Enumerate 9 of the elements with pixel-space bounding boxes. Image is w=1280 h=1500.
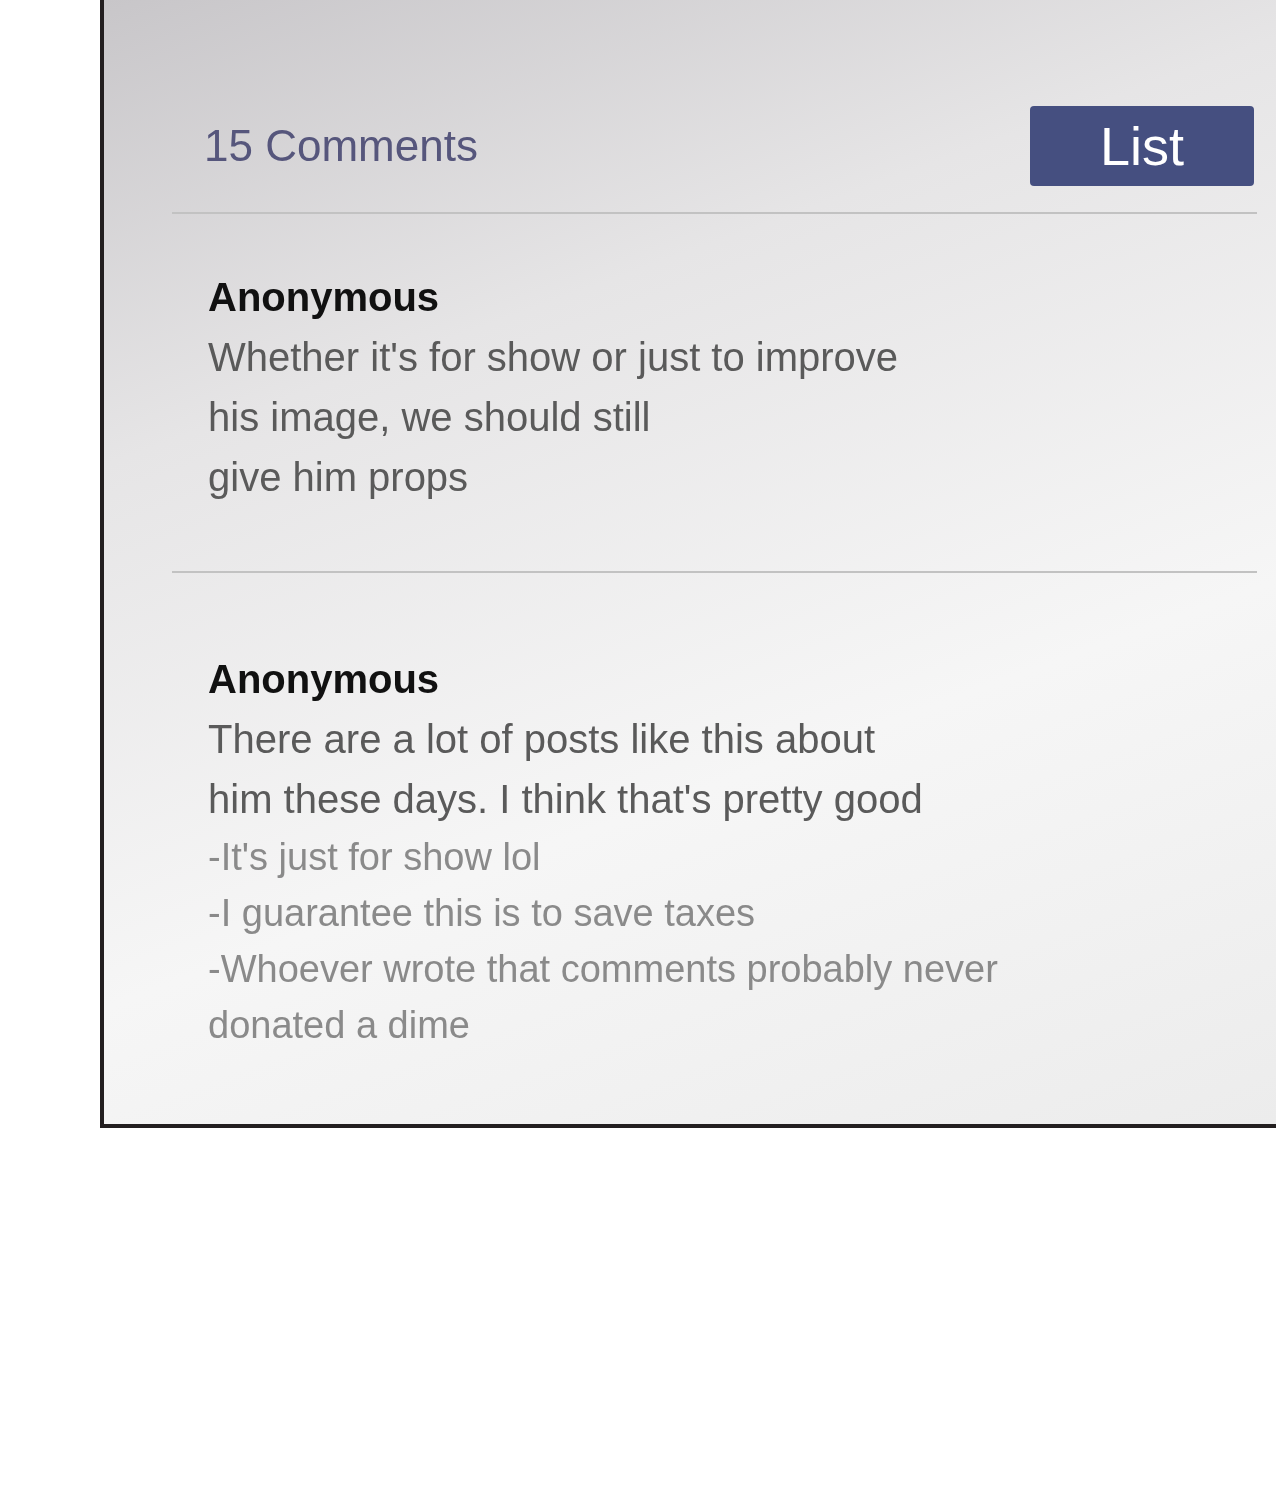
comment-author: Anonymous [208, 656, 441, 703]
reply-text: -It's just for show lol [208, 835, 542, 880]
comments-count: 15 Comments [204, 120, 478, 172]
comment-text: Whether it's for show or just to improve his image, we should still give him props [208, 334, 900, 501]
comment-author: Anonymous [208, 274, 441, 321]
reply-text: -Whoever wrote that comments probably never donated a dime [208, 947, 999, 1048]
comment-text: There are a lot of posts like this about him these days. I think that's pretty good [208, 716, 924, 823]
reply-text: -I guarantee this is to save taxes [208, 891, 757, 936]
list-button[interactable]: List [1030, 106, 1254, 186]
